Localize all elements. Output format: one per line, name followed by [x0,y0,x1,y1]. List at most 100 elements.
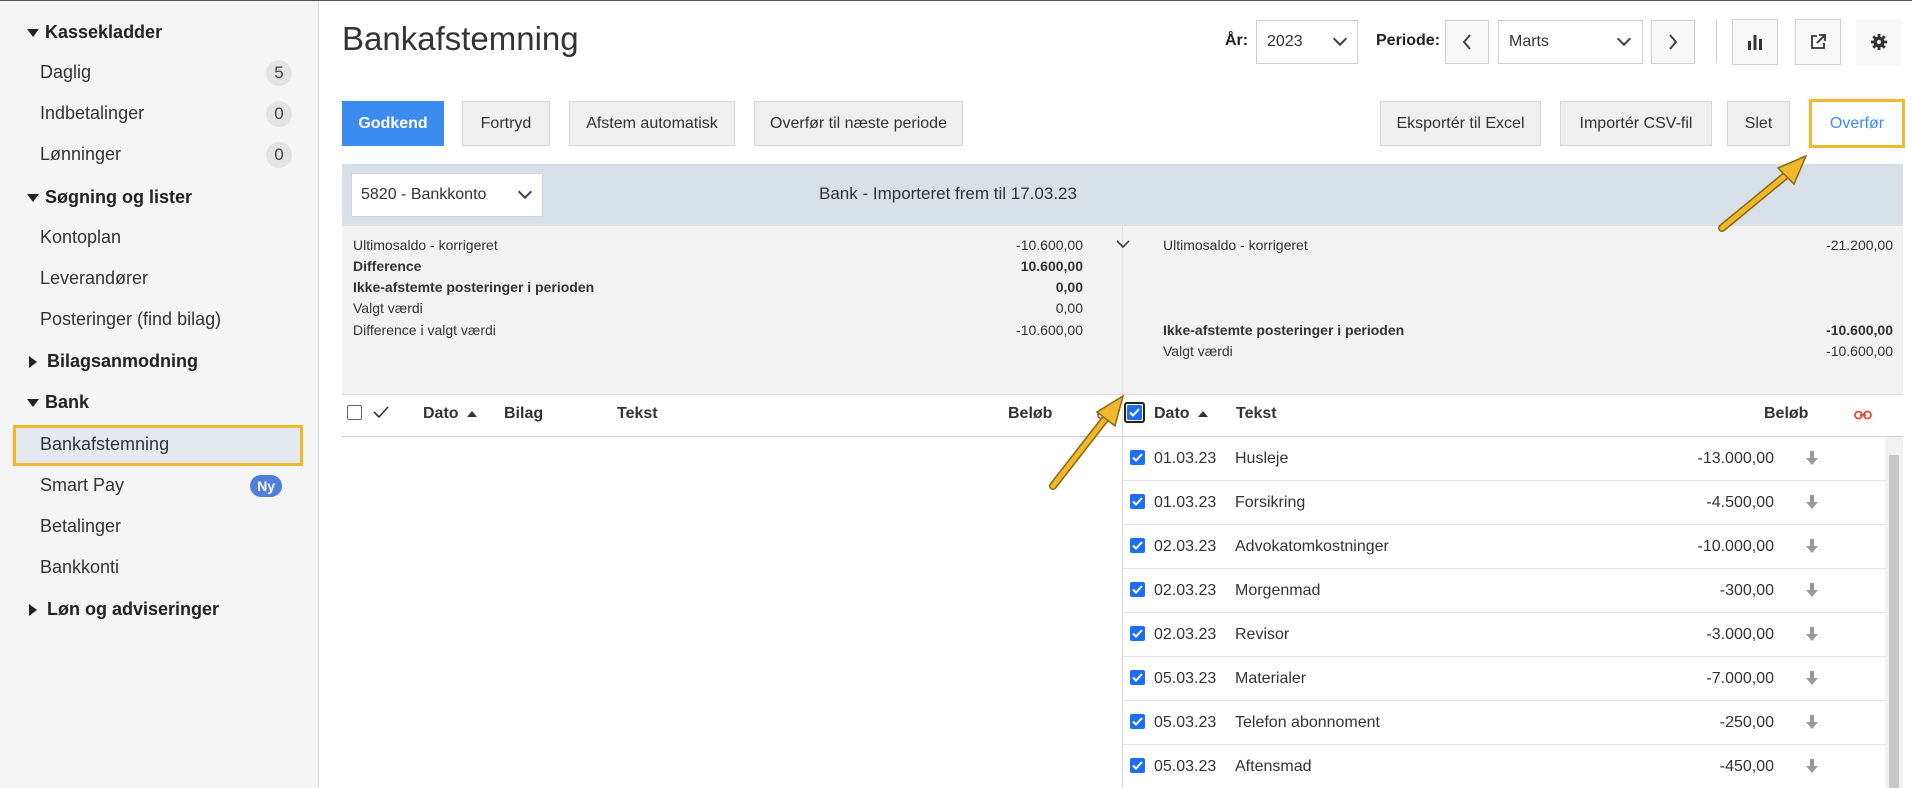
row-checkbox[interactable] [1130,538,1145,553]
sidebar-item-indbetalinger[interactable]: Indbetalinger [40,103,144,124]
transfer-next-period-button[interactable]: Overfør til næste periode [754,101,963,146]
export-button[interactable] [1795,19,1841,65]
table-row[interactable]: 02.03.23 Revisor -3.000,00 [1123,613,1886,657]
row-date: 05.03.23 [1154,758,1217,775]
sidebar-item-label: Lønninger [40,144,122,164]
year-value: 2023 [1267,33,1303,50]
left-header-bilag[interactable]: Bilag [504,405,543,423]
checkbox-checked [1127,405,1142,420]
chevron-left-icon [1462,34,1471,50]
right-header-amount[interactable]: Beløb [1764,405,1808,423]
export-excel-button[interactable]: Eksportér til Excel [1380,101,1541,146]
sidebar-item-label: Bankkonti [40,557,120,577]
sidebar-section-label: Kassekladder [45,22,163,42]
summary-left-ultimo-value: -10.600,00 [1016,237,1083,253]
scrollbar-thumb[interactable] [1889,455,1899,788]
sidebar-item-posteringer[interactable]: Posteringer (find bilag) [40,309,221,330]
left-header-date[interactable]: Dato [423,405,478,423]
row-checkbox[interactable] [1130,670,1145,685]
summary-left-diff-selected-label: Difference i valgt værdi [353,322,496,338]
sidebar-section-kassekladder[interactable]: Kassekladder [27,22,162,43]
sidebar-item-kontoplan[interactable]: Kontoplan [40,227,121,248]
summary-right-selected-label: Valgt værdi [1163,343,1233,359]
caret-down-icon [27,28,39,37]
sidebar-item-label: Betalinger [40,516,122,536]
download-arrow-icon[interactable] [1806,494,1818,510]
sidebar-item-betalinger[interactable]: Betalinger [40,516,121,537]
row-checkbox[interactable] [1130,714,1145,729]
header-label: Dato [423,405,459,422]
left-header-text[interactable]: Tekst [617,405,658,423]
delete-button[interactable]: Slet [1727,101,1790,146]
row-text: Telefon abonnoment [1235,714,1380,731]
chart-button[interactable] [1732,19,1778,65]
download-arrow-icon[interactable] [1806,582,1818,598]
chevron-down-icon [517,184,533,200]
table-row[interactable]: 01.03.23 Forsikring -4.500,00 [1123,481,1886,525]
download-arrow-icon[interactable] [1806,714,1818,730]
sidebar-item-bankkonti[interactable]: Bankkonti [40,557,119,578]
year-select[interactable]: 2023 [1256,20,1358,64]
chevron-down-icon [1116,240,1130,249]
sidebar-item-smartpay[interactable]: Smart Pay [40,475,124,496]
row-text: Aftensmad [1235,758,1312,775]
import-csv-button[interactable]: Importér CSV-fil [1560,101,1712,146]
sidebar-item-label: Kontoplan [40,227,122,247]
row-date: 02.03.23 [1154,582,1217,599]
row-checkbox[interactable] [1130,758,1145,773]
right-header-text[interactable]: Tekst [1236,405,1277,423]
row-text: Revisor [1235,626,1290,643]
download-arrow-icon[interactable] [1806,538,1818,554]
table-row[interactable]: 05.03.23 Telefon abonnoment -250,00 [1123,701,1886,745]
divider [1716,19,1717,63]
table-row[interactable]: 05.03.23 Aftensmad -450,00 [1123,745,1886,788]
sidebar-item-daglig[interactable]: Daglig [40,62,91,83]
undo-button[interactable]: Fortryd [462,101,550,146]
chevron-down-icon [1616,31,1632,47]
select-all-left-checkbox[interactable] [347,405,362,420]
bank-header: 5820 - Bankkonto Bank - Importeret frem … [342,164,1903,226]
previous-period-button[interactable] [1445,20,1489,64]
row-checkbox[interactable] [1130,450,1145,465]
row-checkbox[interactable] [1130,582,1145,597]
next-period-button[interactable] [1651,20,1695,64]
page-title: Bankafstemning [342,20,579,57]
download-arrow-icon[interactable] [1806,450,1818,466]
row-checkbox[interactable] [1130,494,1145,509]
expand-summary-toggle[interactable] [1116,236,1130,254]
row-checkbox[interactable] [1130,626,1145,641]
chevron-right-icon [1669,34,1678,50]
table-row[interactable]: 02.03.23 Morgenmad -300,00 [1123,569,1886,613]
sidebar-section-lon[interactable]: Løn og adviseringer [27,599,219,620]
download-arrow-icon[interactable] [1806,626,1818,642]
link-icon[interactable] [1854,408,1872,427]
table-row[interactable]: 01.03.23 Husleje -13.000,00 [1123,437,1886,481]
bank-import-title: Bank - Importeret frem til 17.03.23 [819,184,1077,203]
sidebar-item-label: Posteringer (find bilag) [40,309,222,329]
transfer-button[interactable]: Overfør [1809,99,1905,148]
sidebar-item-bankafstemning[interactable]: Bankafstemning [40,434,169,455]
new-badge: Ny [250,475,282,497]
sidebar-item-lonninger[interactable]: Lønninger [40,144,121,165]
caret-right-icon [29,355,37,368]
summary-left-selected-value: 0,00 [1055,300,1083,316]
row-date: 05.03.23 [1154,714,1217,731]
sidebar-section-bank[interactable]: Bank [27,392,89,413]
period-select[interactable]: Marts [1498,20,1643,64]
auto-reconcile-button[interactable]: Afstem automatisk [569,101,735,146]
download-arrow-icon[interactable] [1806,758,1818,774]
sidebar-section-bilagsanmodning[interactable]: Bilagsanmodning [27,351,198,372]
sidebar-item-leverandorer[interactable]: Leverandører [40,268,148,289]
table-row[interactable]: 02.03.23 Advokatomkostninger -10.000,00 [1123,525,1886,569]
right-header-date[interactable]: Dato [1154,405,1209,423]
table-row[interactable]: 05.03.23 Materialer -7.000,00 [1123,657,1886,701]
sidebar-section-sogning[interactable]: Søgning og lister [27,187,192,208]
bank-account-select[interactable]: 5820 - Bankkonto [351,173,543,217]
row-amount: -250,00 [1719,714,1774,731]
row-amount: -7.000,00 [1706,670,1774,687]
download-arrow-icon[interactable] [1806,670,1818,686]
table-scrollbar[interactable] [1885,437,1903,788]
settings-button[interactable] [1856,19,1902,65]
select-all-right-checkbox-frame[interactable] [1124,402,1145,423]
approve-button[interactable]: Godkend [342,101,444,146]
